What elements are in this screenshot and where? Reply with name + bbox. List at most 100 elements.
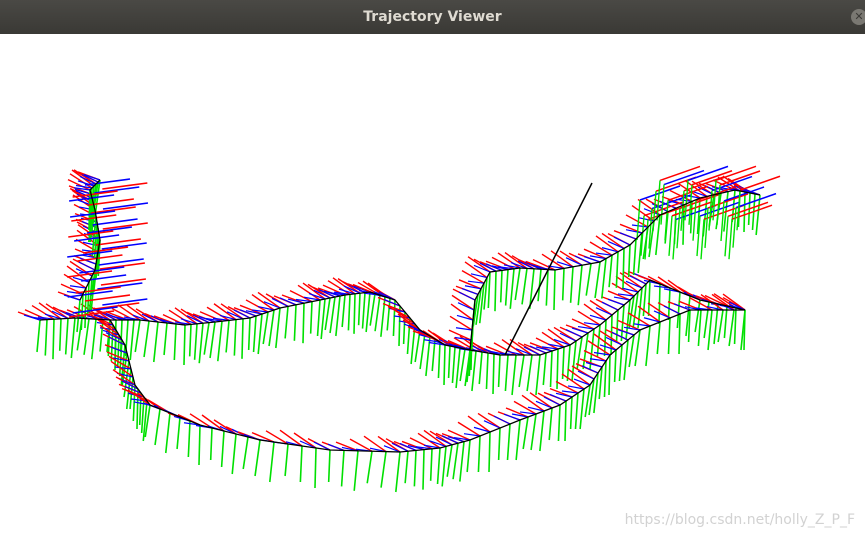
pose-axis-y [471,350,477,392]
pose-axis-y [478,351,483,385]
pose-axis-z [571,327,589,334]
pose-axis-y [341,294,346,328]
pose-axis-y [506,423,511,461]
pose-axis-y [542,352,547,386]
pose-axis-y [302,303,305,344]
pose-axis-y [241,318,244,359]
pose-axis-y [655,214,661,256]
pose-axis-y [545,269,549,306]
pose-axis-y [203,322,210,355]
pose-axis-y [497,354,501,388]
pose-axis-y [455,347,461,389]
pose-axis-z [585,361,603,368]
pose-axis-y [429,448,433,481]
pose-axis-z [457,302,475,311]
pose-axis-cluster [102,182,148,190]
pose-axis-y [645,325,651,367]
pose-axis-y [366,451,373,484]
pose-axis-y [585,263,592,296]
pose-axis-y [632,238,637,276]
pose-axis-y [198,323,204,364]
pose-axis-y [522,416,529,450]
close-icon[interactable]: ✕ [851,9,865,25]
pose-axis-cluster [668,215,673,256]
pose-axis-y [647,279,651,317]
pose-axis-y [404,451,409,484]
pose-axis-y [441,446,447,487]
pose-axis-y [477,435,481,473]
pose-axis-y [615,309,619,343]
pose-axis-y [380,451,387,488]
pose-axis-z [461,287,479,295]
pose-axis-y [320,298,326,340]
pose-axis-y [561,268,565,301]
pose-axis-y [284,443,289,477]
pose-axis-y [707,309,713,351]
pose-axis-y [70,317,76,359]
pose-axis-y [577,265,583,306]
pose-axis-cluster [692,200,697,241]
pose-axis-y [603,360,607,398]
pose-axis-y [183,324,186,366]
pose-axis-y [518,354,525,388]
pose-axis-y [188,324,192,357]
pose-axis-y [574,392,579,430]
pose-axis-y [209,321,216,359]
pose-axis-y [667,317,671,355]
pose-axis-y [262,311,269,345]
pose-axis-y [198,424,201,466]
pose-axis-y [452,443,459,480]
pose-axis-y [622,248,625,289]
pose-axis-z [619,232,637,240]
pose-axis-y [64,318,69,355]
pose-axis-y [623,339,629,381]
pose-axis-y [539,410,545,452]
pose-axis-y [187,420,191,458]
pose-axis-cluster [81,274,127,282]
pose-axis-y [353,293,356,334]
pose-axis-y [176,416,181,450]
pose-axis-cluster [92,218,138,226]
pose-axis-y [485,352,489,390]
pose-axis-y [324,297,331,331]
pose-axis-y [316,299,321,337]
pose-axis-y [140,396,145,434]
pose-axis-y [521,268,528,305]
pose-axis-y [386,298,391,331]
pose-axis-y [329,296,336,334]
viewer-canvas[interactable]: https://blog.csdn.net/holly_Z_P_F [0,34,865,537]
pose-axis-y [90,319,97,360]
pose-axis-y [293,304,297,341]
pose-axis-y [36,319,41,353]
pose-axis-y [357,293,361,326]
pose-axis-y [634,329,641,367]
pose-axis-y [564,400,567,442]
pose-axis-y [553,269,556,311]
pose-axis-z [458,291,476,301]
pose-axis-y [173,323,177,361]
pose-axis-y [369,293,376,326]
pose-axis-y [579,388,585,430]
pose-axis-y [193,323,198,360]
pose-axis-y [353,450,359,491]
pose-axis-y [504,269,509,306]
title-bar[interactable]: Trajectory Viewer ✕ [0,0,865,34]
pose-axis-y [494,271,497,312]
pose-axis-y [374,295,381,332]
pose-axis-y [446,444,453,477]
pose-axis-y [613,349,617,383]
pose-axis-y [615,251,619,288]
pose-axis-x [589,299,613,316]
pose-axis-y [44,319,48,356]
pose-axis-y [268,309,275,347]
pose-axis-y [566,344,571,382]
pose-axis-y [600,258,607,299]
pose-axis-y [509,268,515,309]
pose-axis-y [443,344,446,386]
pose-axis-y [717,309,724,343]
pose-axis-y [231,433,237,475]
pose-axis-y [526,354,533,392]
pose-axis-y [667,287,671,321]
pose-axis-y [733,307,737,345]
pose-axis-y [514,267,521,301]
